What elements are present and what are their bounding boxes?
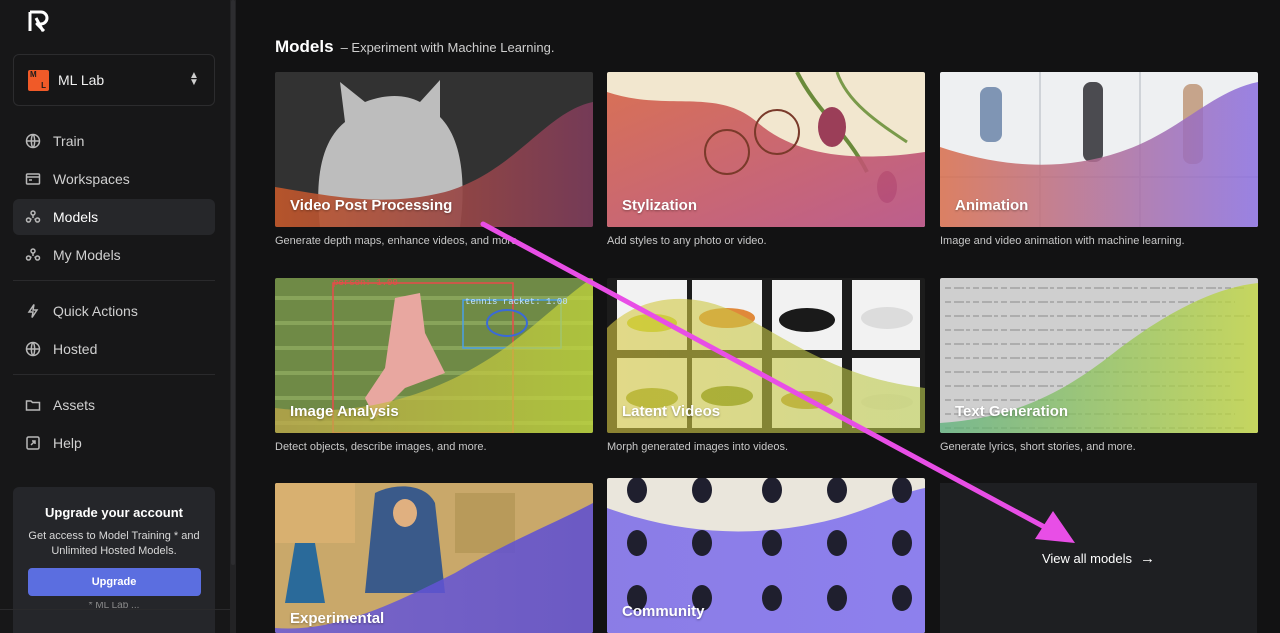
upgrade-title: Upgrade your account	[45, 505, 183, 520]
model-card-image-analysis[interactable]: person: 1.00 tennis racket: 1.00 Image A…	[275, 278, 593, 453]
nav-label: Quick Actions	[53, 303, 138, 319]
upgrade-text: Get access to Model Training * and Unlim…	[28, 530, 200, 557]
card-thumbnail: Stylization	[607, 72, 925, 227]
model-card-experimental[interactable]: Experimental	[275, 483, 593, 633]
model-card-animation[interactable]: Animation Image and video animation with…	[940, 72, 1258, 247]
card-thumbnail: person: 1.00 tennis racket: 1.00 Image A…	[275, 278, 593, 433]
nav-item-models[interactable]: Models	[13, 199, 215, 235]
lightning-icon	[25, 303, 41, 319]
app-logo[interactable]	[27, 10, 51, 33]
card-thumbnail: Animation	[940, 72, 1258, 227]
workspace-icon	[25, 171, 41, 187]
nav-divider	[13, 280, 215, 281]
nav-label: Workspaces	[53, 171, 130, 187]
nav-primary: Train Workspaces Models My Models Quick	[13, 123, 215, 463]
scrollbar-thumb[interactable]	[231, 0, 235, 565]
my-models-icon	[25, 247, 41, 263]
model-card-latent-videos[interactable]: Latent Videos Morph generated images int…	[607, 278, 925, 453]
upgrade-panel: Upgrade your account Get access to Model…	[13, 487, 215, 633]
card-title: Community	[622, 603, 705, 620]
detection-label-person: person: 1.00	[333, 278, 398, 288]
folder-icon	[25, 397, 41, 413]
nav-item-my-models[interactable]: My Models	[13, 237, 215, 273]
card-title: Stylization	[622, 197, 698, 214]
card-thumbnail: Experimental	[275, 483, 593, 633]
card-description: Image and video animation with machine l…	[940, 235, 1185, 247]
page-subtitle: – Experiment with Machine Learning.	[340, 40, 555, 55]
card-description: Generate depth maps, enhance videos, and…	[275, 235, 521, 247]
model-card-community[interactable]: Community	[607, 478, 925, 633]
nav-item-quick-actions[interactable]: Quick Actions	[13, 293, 215, 329]
nav-item-workspaces[interactable]: Workspaces	[13, 161, 215, 197]
card-description: Morph generated images into videos.	[607, 441, 788, 453]
sidebar-divider	[0, 609, 236, 610]
page-title: Models	[275, 37, 334, 56]
workspace-switcher[interactable]: M L ML Lab ▲ ▼	[13, 54, 215, 106]
card-description: Generate lyrics, short stories, and more…	[940, 441, 1136, 453]
chevron-updown-icon: ▲ ▼	[189, 70, 199, 88]
card-title: Video Post Processing	[290, 197, 453, 214]
model-card-stylization[interactable]: Stylization Add styles to any photo or v…	[607, 72, 925, 247]
view-all-label: View all models	[1041, 550, 1133, 566]
nav-label: Help	[53, 435, 82, 451]
workspace-avatar: M L	[28, 69, 49, 91]
sidebar: M L ML Lab ▲ ▼ Train Workspaces Models M…	[0, 0, 236, 633]
card-thumbnail: Community	[607, 478, 925, 633]
nav-label: Models	[53, 209, 99, 225]
globe-icon	[25, 341, 41, 357]
card-title: Experimental	[290, 610, 385, 627]
card-title: Latent Videos	[622, 403, 721, 420]
card-title: Text Generation	[955, 403, 1069, 420]
workspace-name: ML Lab	[58, 72, 105, 88]
nav-label: Train	[53, 133, 85, 149]
nav-item-assets[interactable]: Assets	[13, 387, 215, 423]
models-icon	[25, 209, 41, 225]
card-thumbnail: Text Generation	[940, 278, 1258, 433]
nav-item-help[interactable]: Help	[13, 425, 215, 461]
nav-label: Hosted	[53, 341, 98, 357]
main-content: Models – Experiment with Machine Learnin…	[236, 0, 1280, 633]
card-description: Detect objects, describe images, and mor…	[275, 441, 487, 453]
card-description: Add styles to any photo or video.	[607, 235, 767, 247]
model-card-text-generation[interactable]: Text Generation Generate lyrics, short s…	[940, 278, 1258, 453]
nav-label: Assets	[53, 397, 96, 413]
nav-item-hosted[interactable]: Hosted	[13, 331, 215, 367]
upgrade-button[interactable]: Upgrade	[27, 568, 201, 596]
detection-label-racket: tennis racket: 1.00	[465, 297, 568, 307]
card-thumbnail: Latent Videos	[607, 278, 925, 433]
card-title: Animation	[955, 197, 1029, 214]
external-link-icon	[25, 435, 41, 451]
globe-icon	[25, 133, 41, 149]
arrow-right-icon: →	[1140, 549, 1156, 567]
model-card-video-post-processing[interactable]: Video Post Processing Generate depth map…	[275, 72, 593, 247]
card-thumbnail: Video Post Processing	[275, 72, 593, 227]
nav-label: My Models	[53, 247, 121, 263]
nav-divider	[13, 374, 215, 375]
view-all-models-button[interactable]: View all models →	[940, 483, 1257, 633]
nav-item-train[interactable]: Train	[13, 123, 215, 159]
page-header: Models – Experiment with Machine Learnin…	[275, 37, 554, 57]
card-title: Image Analysis	[290, 403, 399, 420]
